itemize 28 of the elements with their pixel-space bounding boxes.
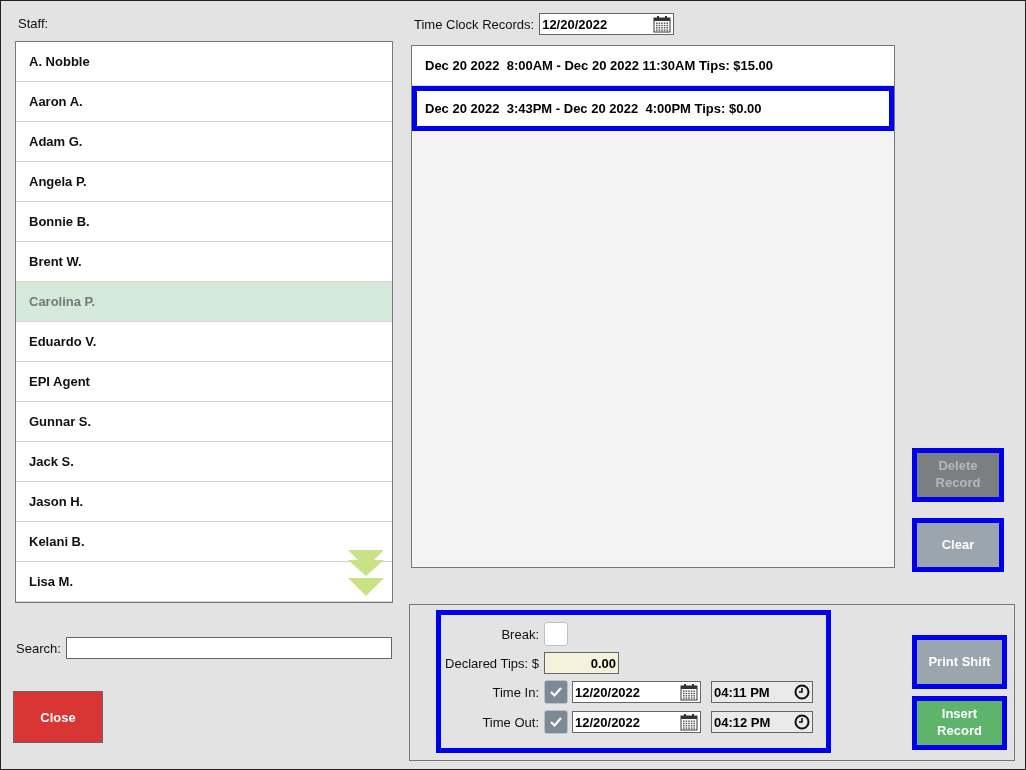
date-field[interactable]: 12/20/2022 bbox=[572, 711, 701, 733]
clock-icon[interactable] bbox=[794, 684, 810, 700]
checkmark-icon bbox=[549, 686, 563, 698]
enable-checkbox[interactable] bbox=[544, 680, 568, 704]
clock-icon[interactable] bbox=[794, 714, 810, 730]
enable-checkbox[interactable] bbox=[544, 710, 568, 734]
tips-label: Declared Tips: $ bbox=[444, 655, 539, 671]
break-checkbox[interactable] bbox=[544, 622, 568, 646]
search-label: Search: bbox=[16, 640, 61, 656]
records-label: Time Clock Records: bbox=[414, 16, 535, 32]
time-field[interactable]: 04:11 PM bbox=[711, 681, 813, 703]
record-item[interactable]: Dec 20 2022 8:00AM - Dec 20 2022 11:30AM Tips: $15.00 bbox=[412, 46, 894, 86]
time-label: Time In: bbox=[491, 684, 539, 700]
break-label: Break: bbox=[500, 626, 539, 642]
calendar-icon[interactable] bbox=[680, 713, 698, 731]
time-label: Time Out: bbox=[481, 714, 539, 730]
tips-field[interactable]: 0.00 bbox=[544, 652, 619, 674]
record-item[interactable]: Dec 20 2022 3:43PM - Dec 20 2022 4:00PM Tips: $0.00 bbox=[412, 86, 894, 131]
date-field[interactable]: 12/20/2022 bbox=[539, 13, 675, 35]
search-field[interactable] bbox=[65, 637, 392, 659]
checkmark-icon bbox=[549, 716, 563, 728]
staff-label: Staff: bbox=[18, 16, 50, 31]
staff-item[interactable]: Carolina P. bbox=[16, 282, 392, 322]
date-field[interactable]: 12/20/2022 bbox=[572, 681, 701, 703]
time-field[interactable]: 04:12 PM bbox=[711, 711, 813, 733]
calendar-icon[interactable] bbox=[653, 15, 672, 33]
calendar-icon[interactable] bbox=[680, 683, 698, 701]
close-button[interactable]: Close bbox=[13, 691, 103, 743]
